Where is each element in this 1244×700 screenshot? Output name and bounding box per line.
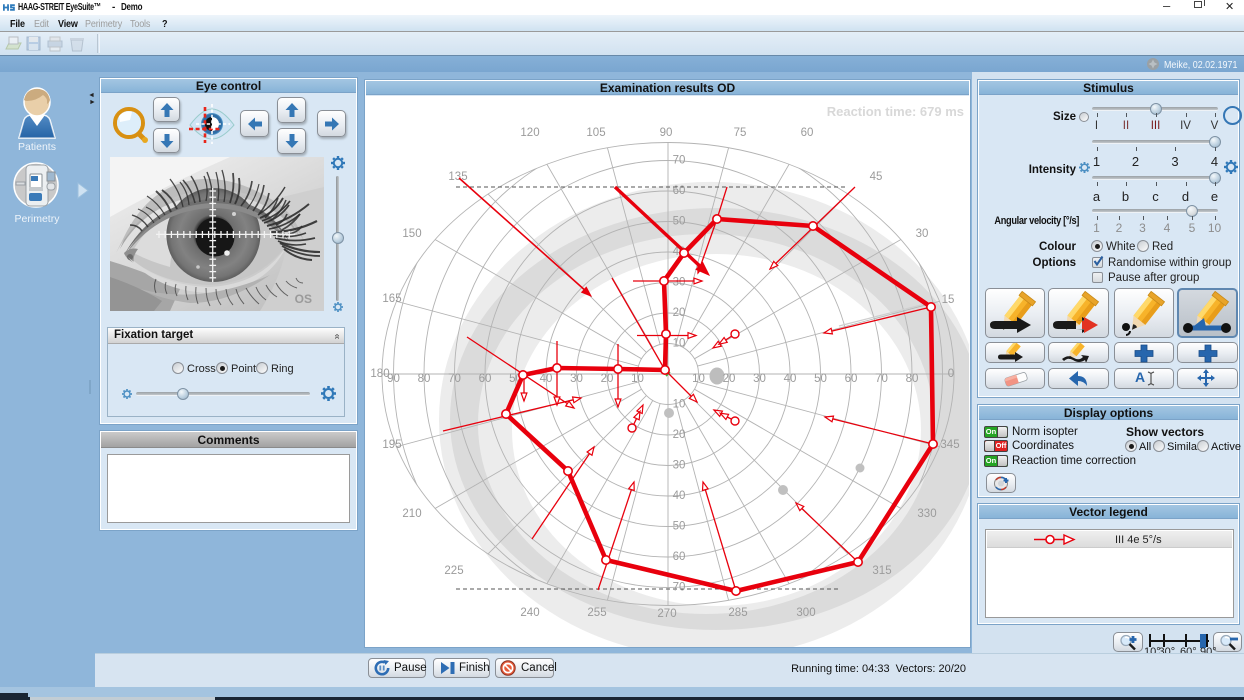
svg-text:240: 240 [520,607,539,619]
svg-text:20: 20 [723,373,736,385]
svg-text:60: 60 [673,185,686,197]
svg-text:225: 225 [444,565,463,577]
svg-text:30: 30 [673,460,686,472]
svg-text:10: 10 [631,373,644,385]
svg-text:60: 60 [673,551,686,563]
svg-text:50: 50 [673,521,686,533]
svg-text:70: 70 [673,582,686,594]
svg-text:70: 70 [673,155,686,167]
svg-text:60: 60 [845,373,858,385]
svg-text:30: 30 [753,373,766,385]
svg-text:50: 50 [814,373,827,385]
svg-text:80: 80 [906,373,919,385]
svg-text:70: 70 [448,373,461,385]
svg-text:90: 90 [387,373,400,385]
svg-text:315: 315 [872,565,891,577]
svg-text:40: 40 [784,373,797,385]
svg-text:40: 40 [673,490,686,502]
svg-text:270: 270 [657,608,676,620]
svg-text:80: 80 [418,373,431,385]
svg-text:210: 210 [402,508,421,520]
svg-text:285: 285 [728,607,747,619]
svg-text:60: 60 [801,127,814,139]
svg-text:20: 20 [673,307,686,319]
svg-text:0: 0 [948,368,954,380]
svg-text:255: 255 [587,607,606,619]
svg-text:30: 30 [916,228,929,240]
svg-text:120: 120 [520,127,539,139]
svg-text:90: 90 [660,127,673,139]
svg-text:195: 195 [382,439,401,451]
svg-text:20: 20 [673,429,686,441]
svg-text:165: 165 [382,293,401,305]
svg-text:40: 40 [540,373,553,385]
svg-text:15: 15 [942,294,955,306]
svg-text:OS: OS [295,292,312,306]
svg-text:10: 10 [692,373,705,385]
svg-text:60: 60 [479,373,492,385]
svg-text:345: 345 [940,439,959,451]
svg-text:330: 330 [917,508,936,520]
svg-text:10: 10 [673,338,686,350]
svg-text:75: 75 [734,127,747,139]
svg-text:Reaction time: 679 ms: Reaction time: 679 ms [827,104,964,119]
svg-text:105: 105 [586,127,605,139]
svg-text:30: 30 [570,373,583,385]
svg-text:30: 30 [673,277,686,289]
svg-text:50: 50 [673,216,686,228]
svg-text:70: 70 [875,373,888,385]
svg-text:150: 150 [402,228,421,240]
svg-text:135: 135 [448,171,467,183]
svg-text:300: 300 [796,607,815,619]
svg-text:20: 20 [601,373,614,385]
svg-text:45: 45 [870,171,883,183]
svg-text:10: 10 [673,399,686,411]
